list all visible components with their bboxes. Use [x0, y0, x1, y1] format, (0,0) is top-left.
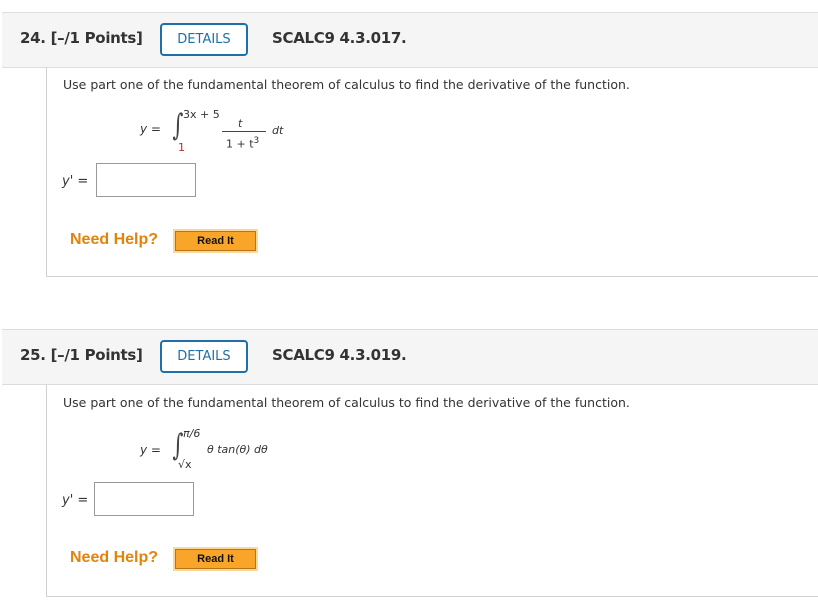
- need-help-label: Need Help?: [70, 549, 159, 566]
- question-number: 25. [–/1 Points]: [20, 346, 143, 364]
- lower-limit: √x: [178, 458, 192, 471]
- lower-limit: 1: [178, 141, 185, 154]
- points-label: [–/1 Points]: [50, 346, 143, 364]
- fraction-numerator: t: [238, 117, 243, 130]
- fraction-denominator: 1 + t3: [226, 136, 259, 151]
- differential: dt: [272, 124, 284, 137]
- question-code: SCALC9 4.3.019.: [272, 346, 407, 364]
- question-number-label: 24.: [20, 29, 46, 47]
- denominator-base: 1 + t: [226, 137, 254, 151]
- question-header: 25. [–/1 Points] DETAILS SCALC9 4.3.019.: [2, 329, 818, 385]
- question-number-label: 25.: [20, 346, 46, 364]
- fraction-bar: [222, 131, 266, 132]
- details-button[interactable]: DETAILS: [160, 340, 248, 373]
- question-prompt: Use part one of the fundamental theorem …: [63, 395, 630, 410]
- denominator-exponent: 3: [253, 136, 260, 146]
- question-number: 24. [–/1 Points]: [20, 29, 143, 47]
- read-it-button[interactable]: Read It: [173, 547, 258, 571]
- points-label: [–/1 Points]: [50, 29, 143, 47]
- answer-label: y' =: [62, 174, 89, 189]
- answer-input[interactable]: [94, 482, 194, 516]
- integral-sign-icon: ∫: [172, 108, 184, 143]
- function-lhs: y =: [140, 122, 161, 136]
- read-it-button[interactable]: Read It: [173, 229, 258, 253]
- question-header: 24. [–/1 Points] DETAILS SCALC9 4.3.017.: [2, 12, 818, 68]
- need-help-label: Need Help?: [70, 231, 159, 248]
- details-button[interactable]: DETAILS: [160, 23, 248, 56]
- function-lhs: y =: [140, 443, 161, 457]
- answer-input[interactable]: [96, 163, 196, 197]
- upper-limit: π/6: [183, 427, 201, 440]
- question-code: SCALC9 4.3.017.: [272, 29, 407, 47]
- integrand: θ tan(θ) dθ: [207, 443, 268, 456]
- answer-label: y' =: [62, 493, 89, 508]
- upper-limit: 3x + 5: [183, 108, 220, 121]
- question-prompt: Use part one of the fundamental theorem …: [63, 77, 630, 92]
